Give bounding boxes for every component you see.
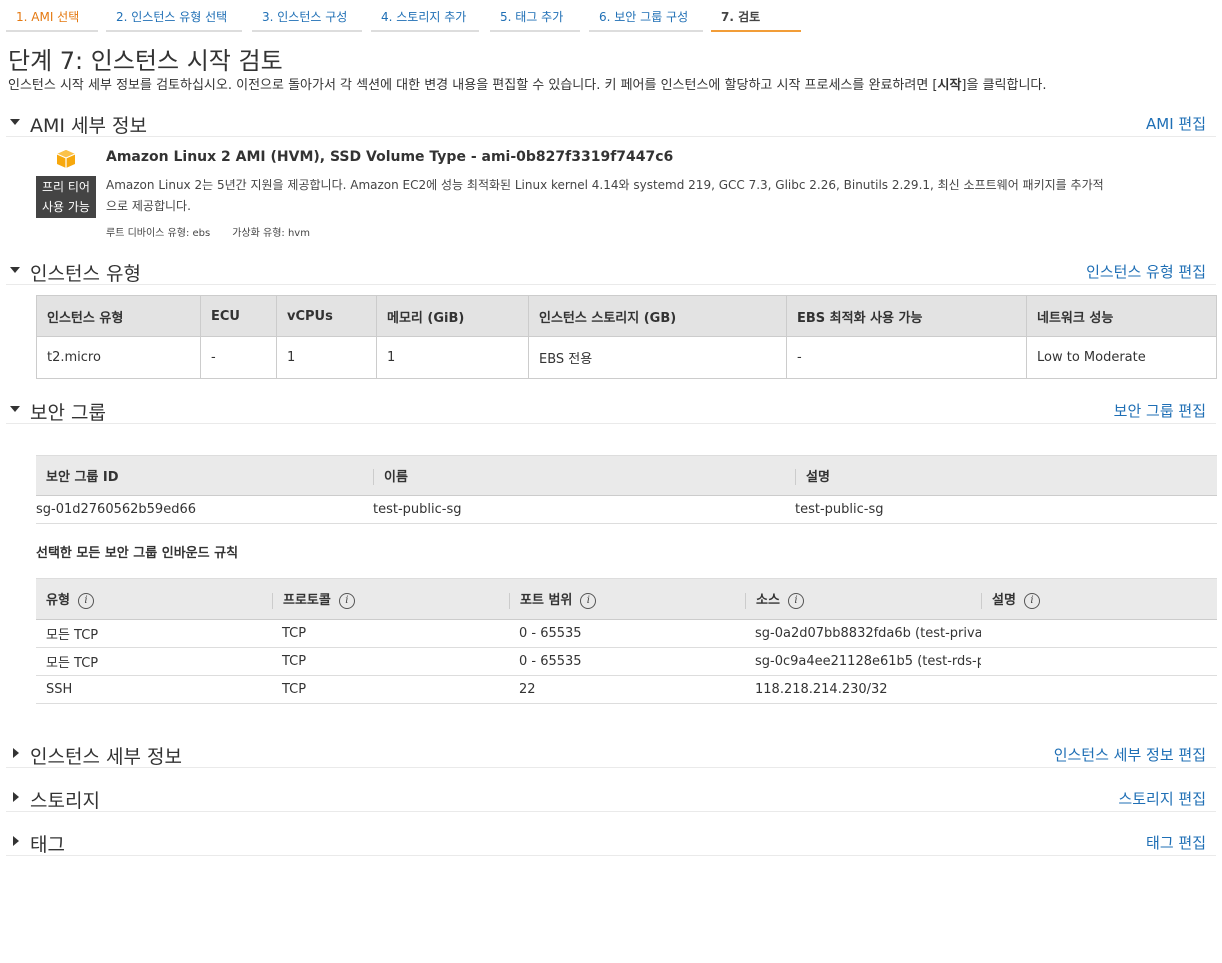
caret-down-icon[interactable] [10, 406, 20, 412]
section-storage: 스토리지 스토리지 편집 [6, 786, 1216, 812]
table-cell: 0 - 65535 [509, 647, 745, 676]
table-row: SSH TCP 22 118.218.214.230/32 [36, 675, 1217, 704]
step-add-storage[interactable]: 4. 스토리지 추가 [371, 0, 479, 32]
section-tags: 태그 태그 편집 [6, 830, 1216, 856]
table-cell: TCP [272, 619, 509, 648]
section-instance-details: 인스턴스 세부 정보 인스턴스 세부 정보 편집 [6, 742, 1216, 768]
column-header: ECU [200, 295, 277, 337]
page-title: 단계 7: 인스턴스 시작 검토 [8, 47, 283, 75]
column-header: 네트워크 성능 [1026, 295, 1217, 337]
column-header: 설명 [795, 455, 1217, 496]
caret-down-icon[interactable] [10, 267, 20, 273]
security-group-table: 보안 그룹 ID 이름 설명 sg-01d2760562b59ed66 test… [36, 455, 1217, 524]
step-configure-instance[interactable]: 3. 인스턴스 구성 [252, 0, 362, 32]
edit-storage-link[interactable]: 스토리지 편집 [1118, 788, 1206, 809]
table-cell: 1 [376, 336, 529, 379]
edit-instance-type-link[interactable]: 인스턴스 유형 편집 [1086, 261, 1206, 282]
step-ami-select[interactable]: 1. AMI 선택 [6, 0, 98, 32]
wizard-steps: 1. AMI 선택 2. 인스턴스 유형 선택 3. 인스턴스 구성 4. 스토… [0, 0, 1222, 32]
free-tier-badge: 프리 티어 사용 가능 [36, 176, 96, 218]
edit-security-group-link[interactable]: 보안 그룹 편집 [1114, 400, 1206, 421]
section-security-group: 보안 그룹 보안 그룹 편집 [6, 398, 1216, 424]
step-instance-type[interactable]: 2. 인스턴스 유형 선택 [106, 0, 242, 32]
section-title[interactable]: AMI 세부 정보 [30, 111, 147, 138]
step-security-group[interactable]: 6. 보안 그룹 구성 [589, 0, 703, 32]
table-cell: Low to Moderate [1026, 336, 1217, 379]
caret-right-icon[interactable] [13, 748, 19, 758]
edit-ami-link[interactable]: AMI 편집 [1146, 113, 1206, 134]
section-title[interactable]: 인스턴스 유형 [30, 259, 141, 286]
table-cell: TCP [272, 647, 509, 676]
table-cell: sg-01d2760562b59ed66 [36, 495, 373, 524]
table-cell: test-public-sg [373, 495, 795, 524]
table-cell: 1 [276, 336, 377, 379]
table-cell: EBS 전용 [528, 336, 787, 379]
column-header: 메모리 (GiB) [376, 295, 529, 337]
inbound-rules-table: 유형 i 프로토콜 i 포트 범위 i 소스 i 설명 i 모든 TCP TCP 0 - … [36, 578, 1217, 704]
section-instance-type: 인스턴스 유형 인스턴스 유형 편집 [6, 259, 1216, 285]
table-cell: - [786, 336, 1027, 379]
table-row: 모든 TCP TCP 0 - 65535 sg-0c9a4ee21128e61b… [36, 647, 1217, 676]
root-device-type: 루트 디바이스 유형: ebs [106, 228, 211, 239]
column-header: 이름 [373, 455, 795, 496]
table-cell: 모든 TCP [36, 619, 272, 648]
table-cell: TCP [272, 675, 509, 704]
column-header: 보안 그룹 ID [36, 455, 373, 496]
section-title[interactable]: 보안 그룹 [30, 398, 106, 425]
ami-description: Amazon Linux 2는 5년간 지원을 제공합니다. Amazon EC… [106, 178, 1104, 213]
column-header: vCPUs [276, 295, 377, 337]
virtualization-type: 가상화 유형: hvm [232, 228, 310, 239]
table-cell [981, 675, 1217, 704]
section-title[interactable]: 인스턴스 세부 정보 [30, 742, 182, 769]
table-cell: SSH [36, 675, 272, 704]
table-row: sg-01d2760562b59ed66 test-public-sg test… [36, 495, 1217, 524]
table-cell: 모든 TCP [36, 647, 272, 676]
step-review[interactable]: 7. 검토 [711, 0, 801, 32]
edit-tags-link[interactable]: 태그 편집 [1146, 832, 1206, 853]
table-row: 모든 TCP TCP 0 - 65535 sg-0a2d07bb8832fda6… [36, 619, 1217, 648]
ami-meta: 루트 디바이스 유형: ebs 가상화 유형: hvm [106, 224, 310, 239]
table-cell: sg-0c9a4ee21128e61b5 (test-rds-pri [745, 647, 981, 676]
edit-instance-details-link[interactable]: 인스턴스 세부 정보 편집 [1054, 744, 1206, 765]
section-title[interactable]: 스토리지 [30, 786, 100, 813]
column-header: 인스턴스 스토리지 (GB) [528, 295, 787, 337]
inbound-rules-title: 선택한 모든 보안 그룹 인바운드 규칙 [36, 546, 239, 561]
column-header: 소스 i [745, 578, 981, 620]
table-row: t2.micro - 1 1 EBS 전용 - Low to Moderate [36, 336, 1217, 379]
column-header: 설명 i [981, 578, 1217, 620]
ami-name: Amazon Linux 2 AMI (HVM), SSD Volume Typ… [106, 149, 674, 165]
info-icon[interactable]: i [338, 592, 355, 609]
table-cell: t2.micro [36, 336, 201, 379]
column-header: 프로토콜 i [272, 578, 509, 620]
column-header: EBS 최적화 사용 가능 [786, 295, 1027, 337]
info-icon[interactable]: i [580, 592, 597, 609]
table-cell: test-public-sg [795, 495, 1217, 524]
section-title[interactable]: 태그 [30, 830, 65, 857]
info-icon[interactable]: i [787, 592, 804, 609]
table-cell: 118.218.214.230/32 [745, 675, 981, 704]
table-cell: 0 - 65535 [509, 619, 745, 648]
amazon-linux-cube-icon [56, 150, 76, 168]
column-header: 인스턴스 유형 [36, 295, 201, 337]
caret-right-icon[interactable] [13, 836, 19, 846]
table-cell [981, 619, 1217, 648]
table-cell: - [200, 336, 277, 379]
table-cell: 22 [509, 675, 745, 704]
section-ami-details: AMI 세부 정보 AMI 편집 [6, 111, 1216, 137]
info-icon[interactable]: i [1023, 592, 1040, 609]
instance-type-table: 인스턴스 유형 ECU vCPUs 메모리 (GiB) 인스턴스 스토리지 (G… [36, 295, 1217, 379]
column-header: 포트 범위 i [509, 578, 745, 620]
caret-down-icon[interactable] [10, 119, 20, 125]
column-header: 유형 i [36, 578, 272, 620]
info-icon[interactable]: i [77, 592, 94, 609]
table-cell: sg-0a2d07bb8832fda6b (test-private [745, 619, 981, 648]
caret-right-icon[interactable] [13, 792, 19, 802]
page-description: 인스턴스 시작 세부 정보를 검토하십시오. 이전으로 돌아가서 각 섹션에 대… [8, 78, 1047, 93]
step-add-tags[interactable]: 5. 태그 추가 [490, 0, 580, 32]
table-cell [981, 647, 1217, 676]
